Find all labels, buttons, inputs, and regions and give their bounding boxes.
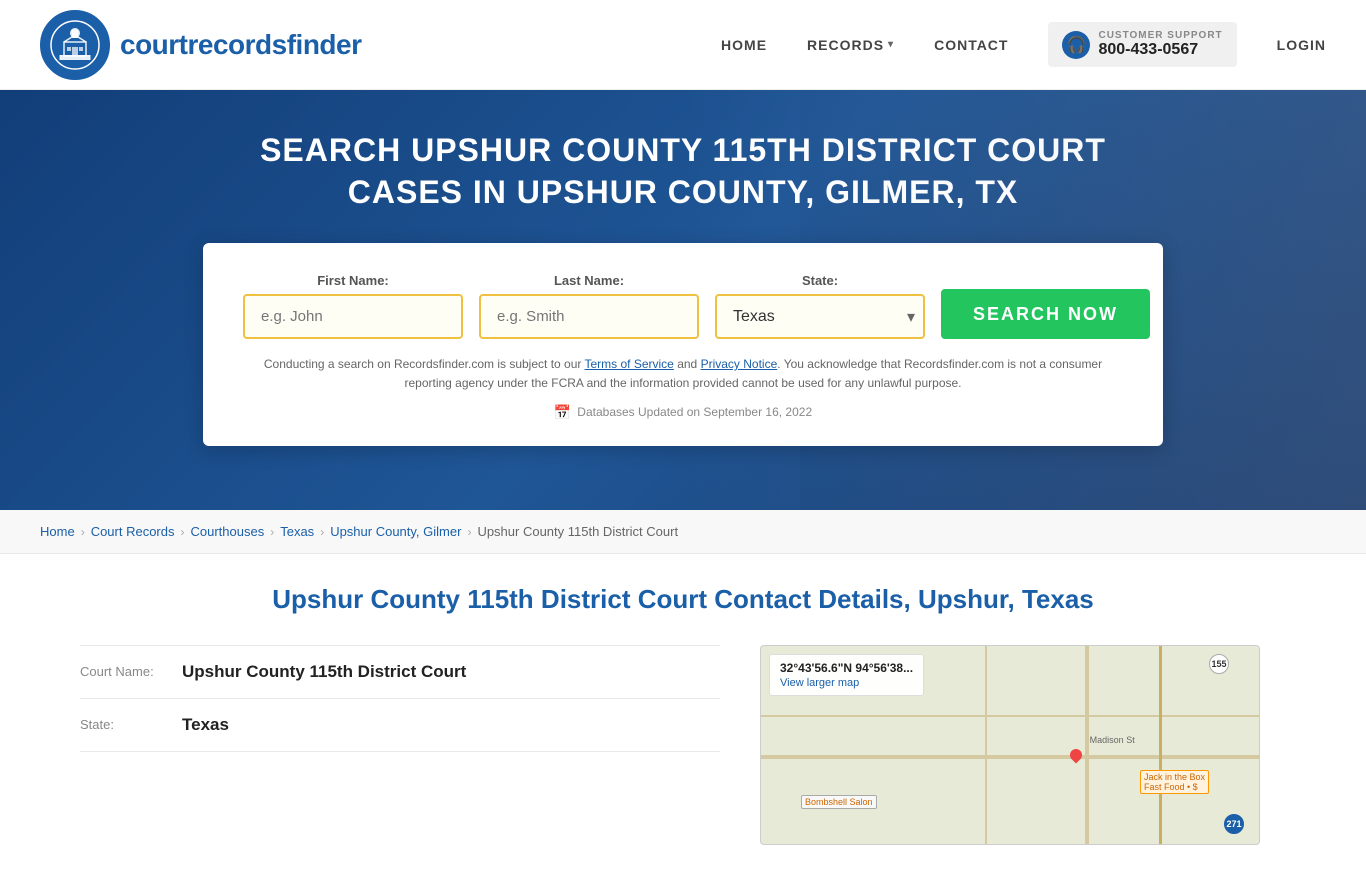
court-name-value: Upshur County 115th District Court (182, 662, 466, 682)
terms-link[interactable]: Terms of Service (585, 357, 674, 371)
court-details: Court Name: Upshur County 115th District… (80, 645, 720, 845)
first-name-input[interactable] (243, 294, 463, 339)
map-label-madison: Madison St (1090, 735, 1135, 745)
privacy-link[interactable]: Privacy Notice (701, 357, 778, 371)
last-name-input[interactable] (479, 294, 699, 339)
breadcrumb-courthouses[interactable]: Courthouses (191, 524, 265, 539)
detail-row-state: State: Texas (80, 699, 720, 752)
map-road-h1 (761, 755, 1259, 759)
breadcrumb-sep-2: › (181, 525, 185, 539)
breadcrumb-home[interactable]: Home (40, 524, 75, 539)
search-disclaimer: Conducting a search on Recordsfinder.com… (243, 355, 1123, 393)
detail-row-court-name: Court Name: Upshur County 115th District… (80, 645, 720, 699)
search-fields: First Name: Last Name: State: Texas Alab… (243, 273, 1123, 339)
breadcrumb-upshur-gilmer[interactable]: Upshur County, Gilmer (330, 524, 461, 539)
breadcrumb-sep-5: › (467, 525, 471, 539)
map-road-h2 (761, 715, 1259, 717)
breadcrumb-current: Upshur County 115th District Court (477, 524, 678, 539)
map-route-271: 271 (1224, 814, 1244, 834)
breadcrumb-court-records[interactable]: Court Records (91, 524, 175, 539)
content-layout: Court Name: Upshur County 115th District… (80, 645, 1286, 845)
map-store-bombshell: Bombshell Salon (801, 795, 877, 809)
hero-section: SEARCH UPSHUR COUNTY 115TH DISTRICT COUR… (0, 90, 1366, 510)
db-updated: 📅 Databases Updated on September 16, 202… (243, 404, 1123, 421)
first-name-group: First Name: (243, 273, 463, 339)
state-group: State: Texas Alabama Alaska California F… (715, 273, 925, 339)
map-marker (1067, 746, 1084, 763)
calendar-icon: 📅 (554, 404, 571, 421)
main-content: Upshur County 115th District Court Conta… (0, 554, 1366, 885)
chevron-down-icon: ▾ (888, 39, 894, 50)
view-larger-map-link[interactable]: View larger map (780, 677, 859, 689)
map-container[interactable]: Madison St 155 271 Jack in the BoxFast F… (760, 645, 1260, 845)
state-label: State: (80, 715, 170, 732)
state-label: State: (715, 273, 925, 288)
map-overlay: 32°43'56.6"N 94°56'38... View larger map (769, 654, 924, 696)
search-card: First Name: Last Name: State: Texas Alab… (203, 243, 1163, 445)
main-nav: HOME RECORDS ▾ CONTACT 🎧 CUSTOMER SUPPOR… (721, 22, 1326, 67)
hero-title: SEARCH UPSHUR COUNTY 115TH DISTRICT COUR… (233, 130, 1133, 213)
support-info: CUSTOMER SUPPORT 800-433-0567 (1098, 30, 1222, 59)
breadcrumb-texas[interactable]: Texas (280, 524, 314, 539)
first-name-label: First Name: (243, 273, 463, 288)
page-title: Upshur County 115th District Court Conta… (80, 584, 1286, 615)
map-road-v1 (1085, 646, 1089, 844)
headset-icon: 🎧 (1062, 31, 1090, 59)
state-value: Texas (182, 715, 229, 735)
customer-support-box[interactable]: 🎧 CUSTOMER SUPPORT 800-433-0567 (1048, 22, 1236, 67)
nav-login[interactable]: LOGIN (1277, 37, 1326, 53)
map-road-v3 (985, 646, 987, 844)
map-coordinates: 32°43'56.6"N 94°56'38... (780, 661, 913, 675)
state-select-wrapper: Texas Alabama Alaska California Florida … (715, 294, 925, 339)
logo-wordmark: courtrecordsfinder (120, 29, 362, 61)
last-name-label: Last Name: (479, 273, 699, 288)
nav-home[interactable]: HOME (721, 37, 767, 53)
nav-contact[interactable]: CONTACT (934, 37, 1008, 53)
logo[interactable]: courtrecordsfinder (40, 10, 362, 80)
map-store-jackinthebox: Jack in the BoxFast Food • $ (1140, 770, 1209, 794)
last-name-group: Last Name: (479, 273, 699, 339)
map-area: Madison St 155 271 Jack in the BoxFast F… (760, 645, 1260, 845)
logo-icon (40, 10, 110, 80)
search-button[interactable]: SEARCH NOW (941, 289, 1150, 339)
site-header: courtrecordsfinder HOME RECORDS ▾ CONTAC… (0, 0, 1366, 90)
court-name-label: Court Name: (80, 662, 170, 679)
breadcrumb-sep-1: › (81, 525, 85, 539)
map-route-155: 155 (1209, 654, 1229, 674)
breadcrumb-sep-4: › (320, 525, 324, 539)
nav-records[interactable]: RECORDS ▾ (807, 37, 894, 53)
map-road-v2 (1159, 646, 1162, 844)
breadcrumb: Home › Court Records › Courthouses › Tex… (0, 510, 1366, 554)
state-select[interactable]: Texas Alabama Alaska California Florida … (715, 294, 925, 339)
breadcrumb-sep-3: › (270, 525, 274, 539)
